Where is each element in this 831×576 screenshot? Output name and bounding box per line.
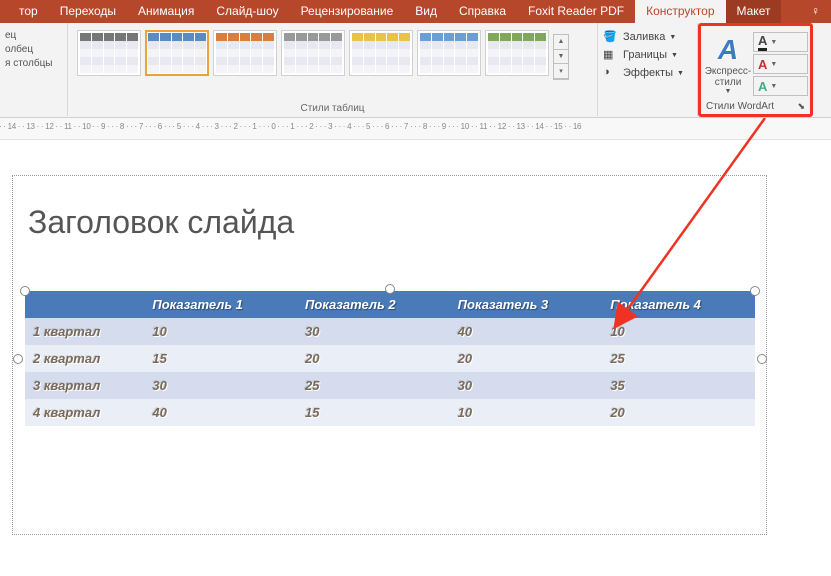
resize-handle[interactable] [20,286,30,296]
slide-table-wrapper: Показатель 1Показатель 2Показатель 3Пока… [25,291,755,426]
tab-foxit[interactable]: Foxit Reader PDF [517,0,635,23]
horizontal-ruler: 16 · · 15 · · 14 · · 13 · · 12 · · 11 · … [0,118,831,140]
gallery-scroll[interactable]: ▲▼▾ [553,34,569,80]
tab-slideshow[interactable]: Слайд-шоу [205,0,289,23]
bucket-icon: 🪣 [603,30,619,44]
effects-icon: ◑ [603,66,619,80]
tab-transitions[interactable]: Переходы [49,0,127,23]
borders-icon: ▦ [603,48,619,62]
table-row[interactable]: 4 квартал40151020 [25,399,755,426]
tab-animation[interactable]: Анимация [127,0,205,23]
table-style-0[interactable] [77,30,141,76]
ribbon-tabs: тор Переходы Анимация Слайд-шоу Рецензир… [0,0,831,23]
tab-layout[interactable]: Макет [726,0,782,23]
col-opt-2[interactable]: олбец [5,43,62,57]
table-style-2[interactable] [213,30,277,76]
table-style-1[interactable] [145,30,209,76]
wordart-label: Стили WordArt [706,101,774,112]
resize-handle[interactable] [13,354,23,364]
slide[interactable]: Заголовок слайда Показатель 1Показатель … [12,175,767,535]
gallery-label: Стили таблиц [73,103,592,116]
table-style-5[interactable] [417,30,481,76]
borders-button[interactable]: ▦Границы ▼ [603,46,692,64]
text-outline-button[interactable]: A▼ [753,54,808,74]
slide-canvas: Заголовок слайда Показатель 1Показатель … [0,140,831,551]
effects-button[interactable]: ◑Эффекты ▼ [603,64,692,82]
table-style-4[interactable] [349,30,413,76]
table-style-3[interactable] [281,30,345,76]
col-opt-3[interactable]: я столбцы [5,57,62,71]
table-header[interactable] [25,291,144,318]
table-style-gallery: ▲▼▾ [73,26,592,80]
table-style-6[interactable] [485,30,549,76]
text-effects-button[interactable]: A▼ [753,76,808,96]
table-header[interactable]: Показатель 4 [602,291,755,318]
table-row[interactable]: 2 квартал15202025 [25,345,755,372]
tab-designer[interactable]: Конструктор [635,0,725,23]
ribbon: ец олбец я столбцы ▲▼▾ Стили таблиц 🪣Зал… [0,23,831,118]
group-wordart: A Экспресс-стили ▼ A▼ A▼ A▼ Стили WordAr… [698,23,813,117]
resize-handle[interactable] [750,286,760,296]
table-row[interactable]: 1 квартал10304010 [25,318,755,345]
express-styles-button[interactable]: A Экспресс-стили ▼ [703,28,753,101]
resize-handle[interactable] [757,354,767,364]
tell-me-icon[interactable]: ♀ [800,0,831,23]
slide-title[interactable]: Заголовок слайда [28,204,294,241]
data-table[interactable]: Показатель 1Показатель 2Показатель 3Пока… [25,291,755,426]
tab-view[interactable]: Вид [404,0,448,23]
fill-button[interactable]: 🪣Заливка ▼ [603,28,692,46]
table-row[interactable]: 3 квартал30253035 [25,372,755,399]
text-fill-button[interactable]: A▼ [753,32,808,52]
tab-review[interactable]: Рецензирование [290,0,405,23]
tab-help[interactable]: Справка [448,0,517,23]
group-shading: 🪣Заливка ▼ ▦Границы ▼ ◑Эффекты ▼ [598,23,698,116]
group-table-styles: ▲▼▾ Стили таблиц [68,23,598,116]
resize-handle[interactable] [385,284,395,294]
table-header[interactable]: Показатель 2 [297,291,450,318]
wordart-a-icon: A [718,34,738,66]
group-columns: ец олбец я столбцы [0,23,68,116]
table-header[interactable]: Показатель 3 [450,291,603,318]
tab-editor[interactable]: тор [8,0,49,23]
col-opt-1[interactable]: ец [5,29,62,43]
dialog-launcher-icon[interactable]: ⬊ [797,101,805,112]
table-header[interactable]: Показатель 1 [144,291,297,318]
